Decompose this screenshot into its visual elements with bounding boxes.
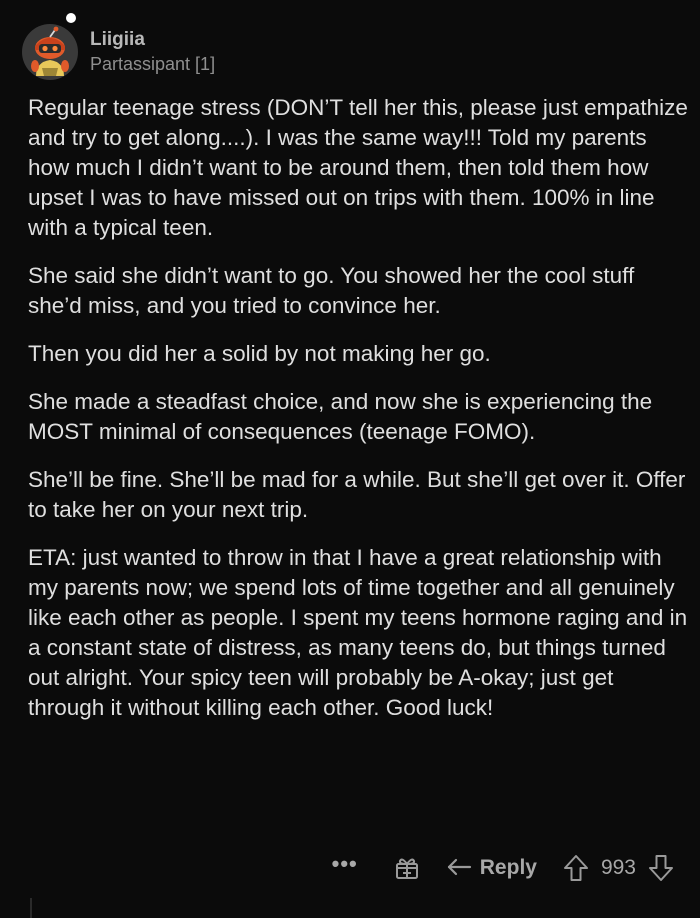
comment-paragraph: ETA: just wanted to throw in that I have… [28,545,688,720]
comment-paragraph: She said she didn’t want to go. You show… [28,263,635,318]
reply-arrow-icon [447,858,471,876]
comment-actions: ••• Reply 993 [332,848,674,888]
comment: Liigiia Partassipant [1] Regular teenage… [0,0,700,918]
comment-paragraph: Then you did her a solid by not making h… [28,341,491,366]
user-avatar[interactable] [22,13,78,80]
comment-header: Liigiia Partassipant [1] [22,13,215,80]
online-indicator [66,13,76,23]
reply-label: Reply [479,856,537,879]
comment-paragraph: She made a steadfast choice, and now she… [28,389,653,444]
reply-button[interactable]: Reply [446,856,537,880]
more-options-button[interactable]: ••• [332,853,358,877]
thread-line[interactable] [30,898,32,918]
comment-paragraph: Regular teenage stress (DON’T tell her t… [28,95,688,240]
upvote-arrow-icon[interactable] [563,854,589,882]
user-flair: Partassipant [1] [90,54,216,74]
gift-icon[interactable] [394,855,420,881]
downvote-arrow-icon[interactable] [648,854,674,882]
username[interactable]: Liigiia [90,28,215,52]
user-meta: Liigiia Partassipant [1] [90,28,215,76]
comment-paragraph: She’ll be fine. She’ll be mad for a whil… [28,467,686,522]
vote-score: 993 [600,856,636,879]
vote-controls: 993 [563,854,674,882]
comment-body: Regular teenage stress (DON’T tell her t… [28,93,688,741]
snoo-avatar-icon [22,24,78,80]
